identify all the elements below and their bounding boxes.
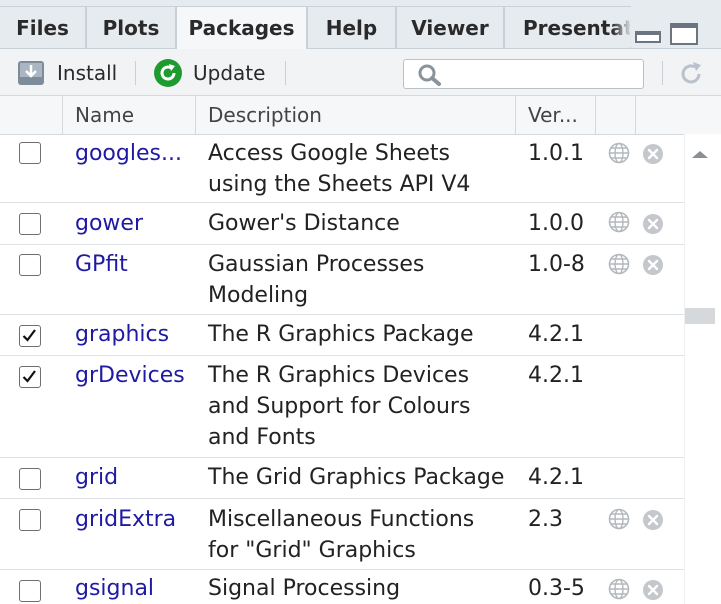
remove-circle-x-icon[interactable] — [642, 143, 664, 165]
package-name-link[interactable]: googles... — [75, 138, 182, 169]
remove-circle-x-icon[interactable] — [642, 579, 664, 601]
scrollbar-thumb[interactable] — [685, 308, 715, 324]
header-label: Ver... — [528, 103, 578, 127]
update-circular-arrow-icon — [154, 59, 182, 87]
tab-label: Viewer — [411, 15, 489, 40]
package-checkbox[interactable] — [19, 468, 41, 490]
package-version: 4.2.1 — [528, 465, 584, 490]
packages-table-body: googles... Access Google Sheets using th… — [0, 134, 684, 604]
package-version: 4.2.1 — [528, 363, 584, 388]
packages-toolbar: Install Update — [0, 49, 721, 96]
tab-viewer[interactable]: Viewer — [396, 6, 504, 48]
table-row: gower Gower's Distance 1.0.0 — [0, 203, 684, 245]
globe-icon[interactable] — [608, 253, 630, 275]
globe-icon[interactable] — [608, 578, 630, 600]
update-button[interactable]: Update — [153, 59, 265, 87]
tab-help[interactable]: Help — [307, 6, 396, 48]
package-checkbox[interactable] — [19, 509, 41, 531]
package-version: 1.0-8 — [528, 252, 585, 277]
globe-icon[interactable] — [608, 211, 630, 233]
toolbar-divider — [662, 61, 663, 85]
package-version: 2.3 — [528, 507, 563, 532]
vertical-scrollbar[interactable] — [684, 134, 721, 604]
package-description: Access Google Sheets using the Sheets AP… — [208, 141, 471, 197]
package-description: The R Graphics Devices and Support for C… — [208, 363, 471, 450]
header-label: Description — [208, 103, 322, 127]
table-row: graphics The R Graphics Package 4.2.1 — [0, 315, 684, 356]
package-name-link[interactable]: graphics — [75, 319, 169, 350]
pane-tab-bar: Files Plots Packages Help Viewer Present… — [0, 0, 721, 49]
tab-overflow-fade — [612, 7, 632, 47]
package-name-link[interactable]: gridExtra — [75, 504, 176, 535]
column-divider — [595, 96, 596, 134]
package-version: 1.0.1 — [528, 141, 584, 166]
install-button[interactable]: Install — [16, 59, 117, 87]
package-version: 0.3-5 — [528, 576, 585, 601]
install-label: Install — [57, 61, 118, 85]
checkmark-icon — [22, 370, 36, 383]
package-name-link[interactable]: gower — [75, 208, 143, 239]
remove-circle-x-icon[interactable] — [642, 213, 664, 235]
package-name-link[interactable]: gsignal — [75, 573, 154, 604]
tab-files[interactable]: Files — [0, 6, 86, 48]
tab-packages[interactable]: Packages — [176, 6, 307, 49]
package-name-link[interactable]: GPfit — [75, 249, 128, 280]
column-header-description[interactable]: Description — [208, 96, 508, 134]
package-checkbox[interactable] — [19, 213, 41, 235]
table-row: grDevices The R Graphics Devices and Sup… — [0, 356, 684, 458]
header-label: Name — [75, 103, 135, 127]
package-description: Miscellaneous Functions for "Grid" Graph… — [208, 507, 475, 563]
tab-plots[interactable]: Plots — [86, 6, 176, 48]
maximize-icon[interactable] — [669, 22, 699, 46]
package-checkbox[interactable] — [19, 142, 41, 164]
package-search-box[interactable] — [403, 59, 644, 89]
package-version: 1.0.0 — [528, 211, 584, 236]
package-name-link[interactable]: grDevices — [75, 360, 185, 391]
toolbar-divider — [135, 61, 136, 85]
package-checkbox[interactable] — [19, 254, 41, 276]
search-input[interactable] — [450, 63, 639, 87]
install-box-icon — [18, 61, 44, 85]
refresh-icon[interactable] — [676, 59, 706, 89]
package-description: The R Graphics Package — [208, 322, 474, 347]
column-header-name[interactable]: Name — [75, 96, 195, 134]
table-row: googles... Access Google Sheets using th… — [0, 134, 684, 203]
package-name-link[interactable]: grid — [75, 462, 118, 493]
search-icon — [418, 64, 441, 86]
table-row: grid The Grid Graphics Package 4.2.1 — [0, 458, 684, 499]
packages-table-header: Name Description Ver... — [0, 96, 721, 135]
column-divider — [62, 96, 63, 134]
package-version: 4.2.1 — [528, 322, 584, 347]
package-checkbox[interactable] — [19, 366, 41, 388]
globe-icon[interactable] — [608, 142, 630, 164]
column-header-version[interactable]: Ver... — [528, 96, 594, 134]
remove-circle-x-icon[interactable] — [642, 509, 664, 531]
package-checkbox[interactable] — [19, 325, 41, 347]
table-row: GPfit Gaussian Processes Modeling 1.0-8 — [0, 245, 684, 315]
remove-circle-x-icon[interactable] — [642, 254, 664, 276]
tab-label: Files — [16, 15, 69, 40]
package-description: Signal Processing — [208, 576, 401, 601]
column-divider — [635, 96, 636, 134]
update-label: Update — [193, 61, 266, 85]
globe-icon[interactable] — [608, 508, 630, 530]
package-checkbox[interactable] — [19, 580, 41, 602]
toolbar-divider — [285, 61, 286, 85]
column-divider — [515, 96, 516, 134]
minimize-icon[interactable] — [634, 22, 662, 44]
column-divider — [195, 96, 196, 134]
package-description: Gower's Distance — [208, 211, 400, 236]
table-row: gridExtra Miscellaneous Functions for "G… — [0, 499, 684, 570]
table-row: gsignal Signal Processing 0.3-5 — [0, 570, 684, 604]
tab-label: Packages — [188, 16, 295, 40]
package-description: The Grid Graphics Package — [208, 465, 505, 490]
tab-label: Plots — [102, 15, 160, 40]
checkmark-icon — [22, 329, 36, 342]
package-description: Gaussian Processes Modeling — [208, 252, 425, 308]
tab-label: Help — [325, 15, 378, 40]
scroll-up-arrow-icon[interactable] — [690, 148, 710, 160]
